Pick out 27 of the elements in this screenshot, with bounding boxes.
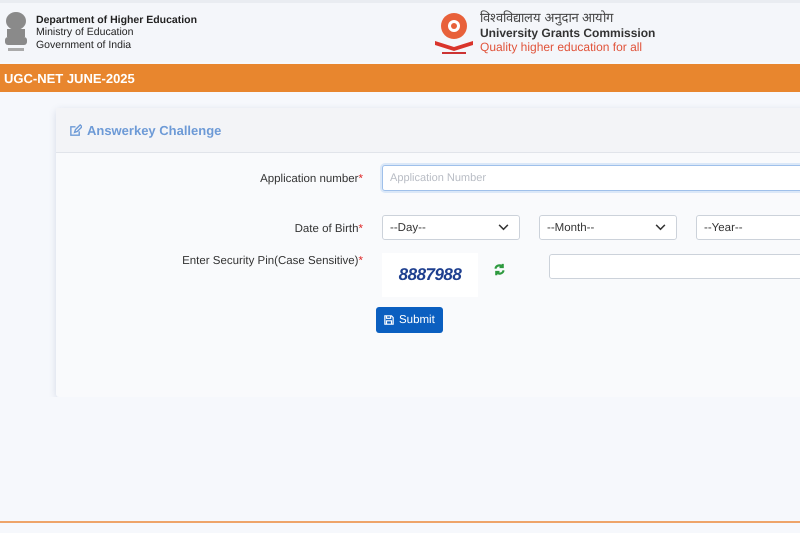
save-icon bbox=[384, 315, 394, 325]
select-field[interactable]: --Month-- bbox=[539, 215, 677, 240]
refresh-icon[interactable] bbox=[493, 263, 506, 276]
select-field[interactable]: --Year-- bbox=[696, 215, 800, 240]
banner-title: UGC-NET JUNE-2025 bbox=[4, 70, 135, 86]
required-mark: * bbox=[358, 223, 363, 235]
submit-button[interactable]: Submit bbox=[376, 307, 443, 333]
required-mark: * bbox=[358, 255, 363, 267]
select-field[interactable]: --Day-- bbox=[382, 215, 520, 240]
field-label: Application number* bbox=[259, 172, 363, 185]
ugc-hindi-name: विश्वविद्यालय अनुदान आयोग bbox=[480, 10, 614, 26]
security-pin-field[interactable] bbox=[549, 254, 800, 279]
edit-icon bbox=[69, 124, 82, 136]
field-label: Date of Birth* bbox=[294, 222, 363, 235]
chevron-icon bbox=[498, 224, 509, 231]
ugc-tagline: Quality higher education for all bbox=[480, 40, 644, 55]
card-title: Answerkey Challenge bbox=[87, 122, 222, 138]
required-mark: * bbox=[358, 173, 363, 185]
government-name: Government of India bbox=[36, 38, 132, 52]
application-number-field[interactable]: Application Number bbox=[382, 165, 800, 191]
field-label: Enter Security Pin(Case Sensitive)* bbox=[181, 254, 363, 267]
chevron-icon bbox=[655, 224, 666, 231]
ugc-logo-icon bbox=[432, 10, 476, 54]
captcha-image: 8887988 bbox=[382, 253, 478, 297]
ministry-name: Ministry of Education bbox=[36, 26, 134, 39]
department-name: Department of Higher Education bbox=[36, 14, 198, 26]
ugc-name: University Grants Commission bbox=[480, 26, 656, 40]
